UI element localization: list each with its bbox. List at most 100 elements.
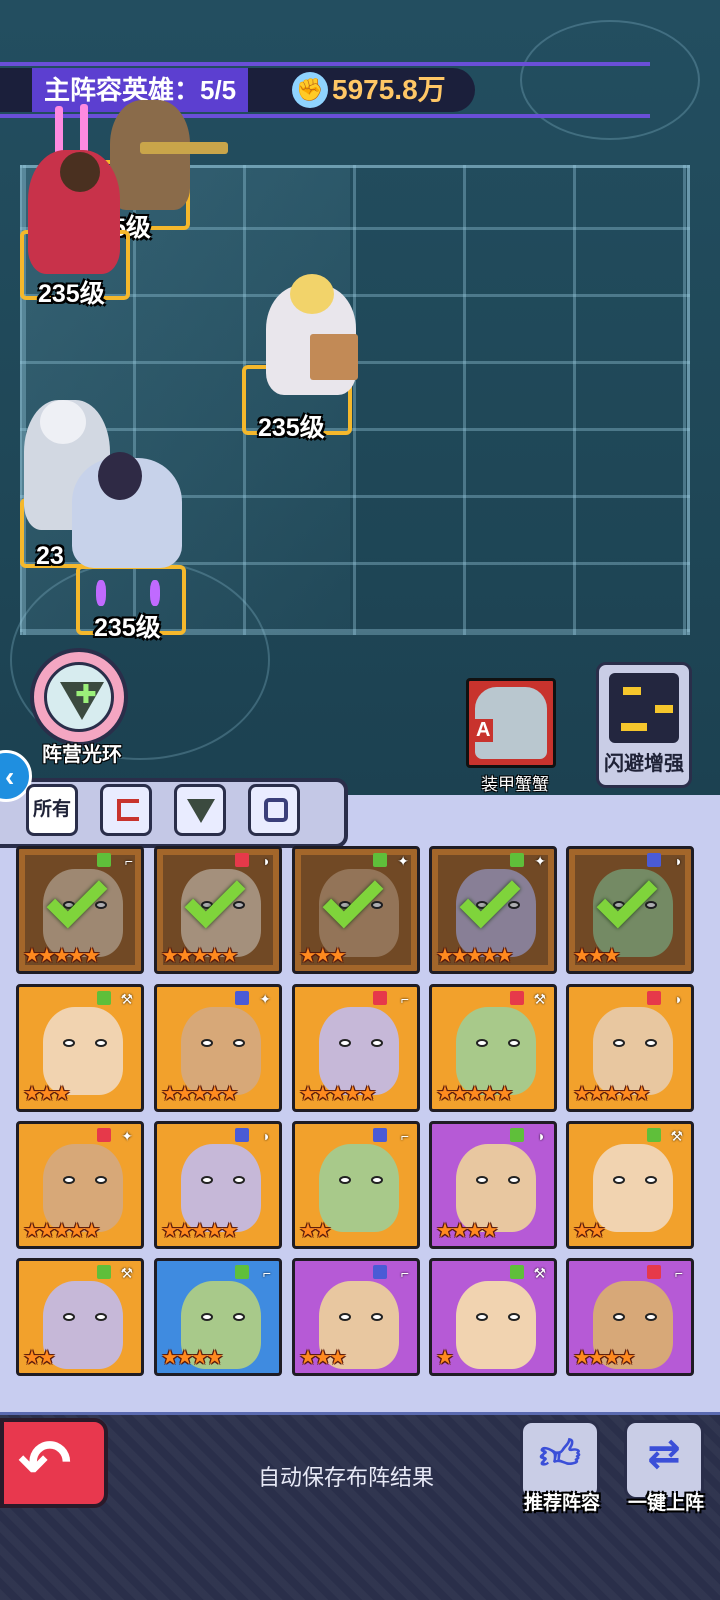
faction-aura-button[interactable]: ✚ [30, 648, 128, 746]
filter-faction-blue-button[interactable] [248, 784, 300, 836]
faction-red-icon [117, 799, 139, 821]
hero-eye [339, 1176, 351, 1184]
crate-icon [310, 334, 358, 380]
faction-badge-icon [647, 1128, 661, 1142]
star-rating: ★★★★★ [161, 1083, 239, 1105]
hero-eye [508, 1313, 520, 1321]
hero-eye [63, 1176, 75, 1184]
battlefield: 主阵容英雄：5/5 ✊ 5975.8万 5级 235级 235级 23 235级… [0, 0, 720, 795]
star-rating: ★★ [23, 1347, 56, 1369]
hero-card[interactable]: ◗ ★★★★★ [566, 984, 694, 1112]
hero-eye [371, 1313, 383, 1321]
wand-icon: ✦ [259, 991, 271, 1007]
back-button[interactable]: ↶ [0, 1418, 108, 1508]
hero-card[interactable]: ✦ ★★★ [292, 846, 420, 974]
hero-eye [95, 901, 107, 909]
hero-card[interactable]: ◗ ★★★ [566, 846, 694, 974]
dash-mark [621, 723, 647, 731]
gun-icon: ⌐ [400, 991, 409, 1007]
axe-icon: ⚒ [533, 1265, 546, 1281]
gun-icon: ⌐ [674, 1265, 683, 1281]
lineup-header: 主阵容英雄：5/5 ✊ 5975.8万 [0, 62, 720, 118]
rifle-icon [140, 142, 228, 154]
thumbs-up-icon: 👍︎ [539, 1433, 581, 1477]
axe-icon: ⚒ [120, 991, 133, 1007]
wand-icon: ✦ [121, 1128, 133, 1144]
hero-gunner-sprite[interactable] [110, 100, 190, 210]
hero-card[interactable]: ◗ ★★★★ [429, 1121, 557, 1249]
fist-power-icon: ✊ [292, 72, 328, 108]
faction-green-icon [187, 799, 215, 823]
hero-eye [508, 1039, 520, 1047]
star-rating: ★★★★★ [436, 945, 514, 967]
shield-icon: ◗ [262, 853, 271, 869]
filter-all-button[interactable]: 所有 [26, 784, 78, 836]
dodge-boost-label: 闪避增强 [604, 753, 684, 775]
star-rating: ★★★★★ [436, 1083, 514, 1105]
hero-card[interactable]: ⚒ ★★ [566, 1121, 694, 1249]
star-rating: ★★★★★ [161, 1220, 239, 1242]
hero-card[interactable]: ⌐ ★★★★ [154, 1258, 282, 1376]
hero-face [593, 1144, 673, 1232]
hero-card[interactable]: ⌐ ★★★★★ [16, 846, 144, 974]
star-rating: ★★★★★ [23, 1220, 101, 1242]
hero-level-label: 235级 [258, 414, 325, 442]
hero-eye [233, 1039, 245, 1047]
hero-card[interactable]: ✦ ★★★★★ [154, 984, 282, 1112]
hero-eye [201, 1313, 213, 1321]
faction-badge-icon [97, 1265, 111, 1279]
hero-card[interactable]: ⌐ ★★★★ [566, 1258, 694, 1376]
faction-badge-icon [647, 991, 661, 1005]
hero-card[interactable]: ⌐ ★★★ [292, 1258, 420, 1376]
hero-eye [233, 1176, 245, 1184]
hero-card[interactable]: ⚒ ★★ [16, 1258, 144, 1376]
hero-card[interactable]: ⚒ ★★★ [16, 984, 144, 1112]
hero-eye [95, 1313, 107, 1321]
hero-eye [371, 901, 383, 909]
axe-icon: ⚒ [120, 1265, 133, 1281]
filter-faction-red-button[interactable] [100, 784, 152, 836]
hero-card[interactable]: ✦ ★★★★★ [16, 1121, 144, 1249]
hero-eye [233, 901, 245, 909]
dash-mark [623, 687, 641, 695]
hero-level-label: 23 [36, 542, 64, 570]
hero-card[interactable]: ⚒ ★★★★★ [429, 984, 557, 1112]
dodge-boost-button[interactable]: 闪避增强 [596, 662, 692, 788]
autosave-notice: 自动保存布阵结果 [258, 1465, 435, 1490]
filter-faction-green-button[interactable] [174, 784, 226, 836]
hero-eye [201, 1176, 213, 1184]
hero-level-label: 235级 [94, 614, 161, 642]
gun-icon: ⌐ [262, 1265, 271, 1281]
dash-mark [655, 705, 673, 713]
hero-card[interactable]: ⌐ ★★ [292, 1121, 420, 1249]
shield-icon: ◗ [674, 853, 683, 869]
armored-crab-pet-card[interactable]: A [466, 678, 556, 768]
combat-power-value: 5975.8万 [332, 74, 446, 105]
hero-level-label: 235级 [38, 280, 105, 308]
hero-eye [476, 1313, 488, 1321]
gun-icon: ⌐ [124, 853, 133, 869]
faction-badge-icon [647, 853, 661, 867]
hero-eye [645, 901, 657, 909]
hero-eye [508, 1176, 520, 1184]
hero-eye [645, 1313, 657, 1321]
one-click-deploy-label: 一键上阵 [627, 1493, 704, 1514]
hero-card[interactable]: ⚒ ★ [429, 1258, 557, 1376]
hero-face [40, 400, 86, 444]
hero-eye [613, 1176, 625, 1184]
hero-eye [339, 1039, 351, 1047]
thruster-flame-icon [150, 580, 160, 606]
hero-portrait [438, 1267, 548, 1369]
faction-badge-icon [510, 853, 524, 867]
hero-card[interactable]: ⌐ ★★★★★ [292, 984, 420, 1112]
hero-card[interactable]: ✦ ★★★★★ [429, 846, 557, 974]
hero-card[interactable]: ◗ ★★★★★ [154, 846, 282, 974]
header-accent-line [0, 114, 650, 118]
chevron-left-icon: ‹ [5, 761, 15, 792]
hero-eye [613, 1313, 625, 1321]
star-rating: ★★★ [23, 1083, 71, 1105]
back-arrow-icon: ↶ [18, 1427, 72, 1499]
dodge-icon [609, 673, 679, 743]
star-rating: ★★★ [573, 945, 621, 967]
hero-card[interactable]: ◗ ★★★★★ [154, 1121, 282, 1249]
